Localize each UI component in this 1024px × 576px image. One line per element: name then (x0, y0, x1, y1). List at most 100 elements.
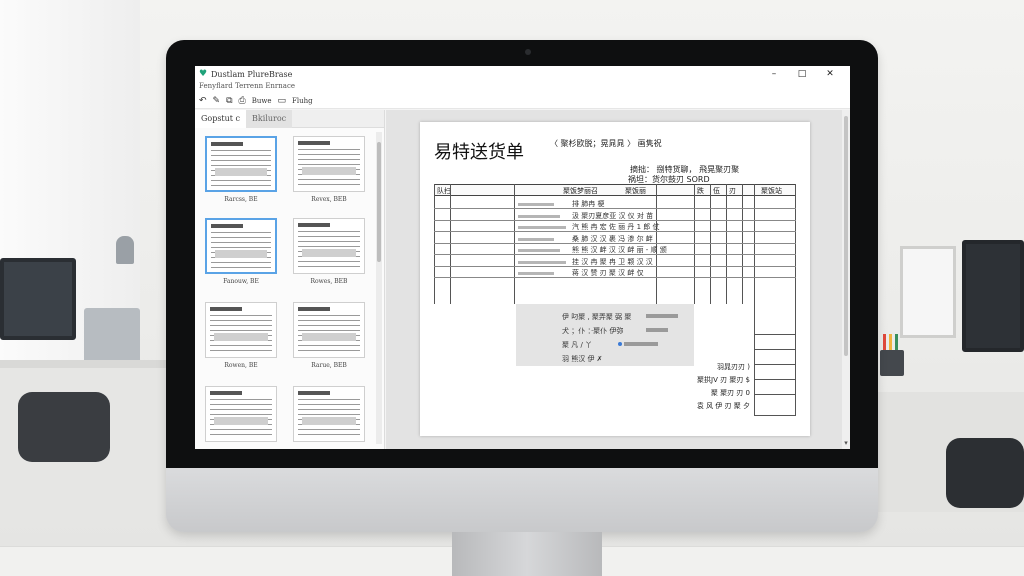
monitor-chin (166, 468, 878, 532)
note-line: 聚 凡 / 丫 (562, 341, 593, 349)
monitor-stand (452, 532, 602, 576)
note-redacted (624, 342, 658, 346)
page-thumbnail[interactable] (293, 386, 365, 442)
background-desk-top (0, 360, 170, 368)
thumbnail-row (298, 154, 360, 155)
thumbnail-row (298, 409, 360, 410)
thumbnail-row (210, 325, 272, 326)
thumbnail-row (298, 434, 360, 435)
background-chair (18, 392, 110, 462)
table-header-cell: 刃 (729, 187, 736, 195)
page-thumbnail[interactable] (293, 136, 365, 192)
redacted-cell (518, 249, 560, 252)
brush-icon[interactable]: ✎ (213, 96, 221, 106)
thumbnail-label: Revex, BEB (311, 196, 347, 203)
thumbnail-label: Rarue, BEB (311, 362, 347, 369)
page-thumbnail[interactable] (205, 136, 277, 192)
camera-icon (525, 49, 531, 55)
summary-row-line (754, 364, 796, 365)
summary-label: 聚 聚刃 刃 0 (710, 389, 750, 397)
table-header-cell: 聚饭梦丽召 (563, 187, 598, 195)
summary-row-line (754, 379, 796, 380)
note-footer: 羽 熊汉 伊 ✗ (562, 355, 603, 363)
thumbnail-header (211, 224, 243, 228)
thumbnail-row (298, 315, 360, 316)
thumbnail-label: Fanouw, BE (223, 278, 259, 285)
tab-pages[interactable]: Gopstut c (195, 109, 247, 128)
thumbnail-label: Rarcss, BE (224, 196, 258, 203)
page-thumbnail[interactable] (293, 218, 365, 274)
redacted-cell (518, 203, 554, 206)
menu-bar[interactable]: Fenyflard Terrenn Enrnace (195, 82, 850, 93)
document-viewer: 易特送货单 〈 聚杉欧脱；晃晁晁 〉 画隽祝 摘拙： 捌特货聊， 飛晃聚刃聚 祸… (386, 110, 850, 449)
thumbnail-header (298, 223, 330, 227)
note-box: 伊 叼聚 , 聚弄聚 弼 聚 犬 ；仆 ：·聚仆 伊弥 聚 凡 / 丫 羽 熊汉… (516, 304, 694, 366)
thumbnail-row (210, 409, 272, 410)
table-row-item: 桑 肺 汉 汉 裹 冯 渗 尔 衅 (572, 234, 653, 243)
table-column-line (710, 184, 711, 304)
thumbnail-row (298, 429, 360, 430)
table-column-line (742, 184, 743, 304)
page-label[interactable]: Fluhg (292, 97, 313, 105)
thumbnail-row (298, 184, 360, 185)
table-column-line (656, 184, 657, 304)
thumbnail-row (298, 241, 360, 242)
thumbnail-row (211, 180, 271, 181)
scrollbar-thumb[interactable] (844, 116, 848, 356)
thumbnail-row (211, 150, 271, 151)
page-thumbnail[interactable] (205, 386, 277, 442)
thumbnail-row (210, 315, 272, 316)
document-scrollbar[interactable]: ▾ (842, 110, 850, 449)
summary-row-line (754, 349, 796, 350)
thumbnail-block (302, 333, 356, 341)
summary-row-line (754, 334, 796, 335)
thumbnail-header (298, 391, 330, 395)
thumbnail-row (211, 267, 271, 268)
thumbnail-row (298, 159, 360, 160)
document-header-info: 〈 聚杉欧脱；晃晁晁 〉 画隽祝 (550, 139, 662, 148)
tab-bookmarks[interactable]: Bkiluroc (246, 109, 293, 128)
thumbnail-scrollbar[interactable] (376, 132, 382, 444)
table-row-item: 熊 熊 汉 衅 汉 汉 衅 丽 - 顺 颁 (572, 246, 667, 254)
app-logo-icon: ♥ (199, 69, 208, 79)
table-column-line (514, 184, 515, 304)
title-bar: ♥ Dustlam PlureBrase – □ ✕ (195, 66, 850, 82)
print-label[interactable]: Buwe (252, 97, 272, 105)
page-thumbnail[interactable] (205, 218, 277, 274)
scrollbar-thumb[interactable] (377, 142, 381, 262)
table-row-item: 排 肺冉 梗 (572, 200, 605, 208)
page-thumbnail[interactable] (293, 302, 365, 358)
undo-icon[interactable]: ↶ (199, 96, 207, 106)
thumbnail-row (210, 404, 272, 405)
summary-row-line (754, 394, 796, 395)
maximize-button[interactable]: □ (788, 66, 816, 82)
summary-label: 羽晁刃刃 ) (717, 363, 750, 371)
thumbnail-row (211, 232, 271, 233)
minimize-button[interactable]: – (760, 66, 788, 82)
thumbnail-row (298, 345, 360, 346)
stack-icon[interactable]: ⧉ (226, 96, 232, 106)
page-thumbnail[interactable] (205, 302, 277, 358)
background-chair-right (946, 438, 1024, 508)
thumbnail-block (302, 167, 356, 175)
redacted-cell (518, 237, 554, 241)
background-monitor-right (962, 240, 1024, 352)
table-row-item: 汽 熊 冉 宏 佐 丽 丹 1 郎 仗 (572, 223, 660, 231)
thumbnail-row (298, 149, 360, 150)
thumbnail-label: Rowes, BEB (310, 278, 348, 285)
page-icon[interactable]: ▭ (278, 96, 287, 106)
thumbnail-row (298, 236, 360, 237)
table-row-item: 挂 汉 冉 聚 冉 卫 颗 汉 汉 (572, 257, 653, 266)
thumbnail-row (211, 165, 271, 166)
redacted-cell (518, 226, 566, 229)
thumbnail-row (211, 242, 271, 243)
thumbnail-block (215, 168, 267, 176)
thumbnail-row (211, 160, 271, 161)
thumbnail-panel: Gopstut c Bkiluroc Rarcss, BE Revex, BEB F… (195, 109, 385, 449)
close-button[interactable]: ✕ (816, 66, 844, 82)
thumbnail-row (298, 261, 360, 262)
table-column-line (450, 184, 451, 304)
print-icon[interactable]: ⎙ (239, 96, 246, 106)
scroll-down-icon[interactable]: ▾ (842, 439, 850, 447)
thumbnail-row (298, 231, 360, 232)
